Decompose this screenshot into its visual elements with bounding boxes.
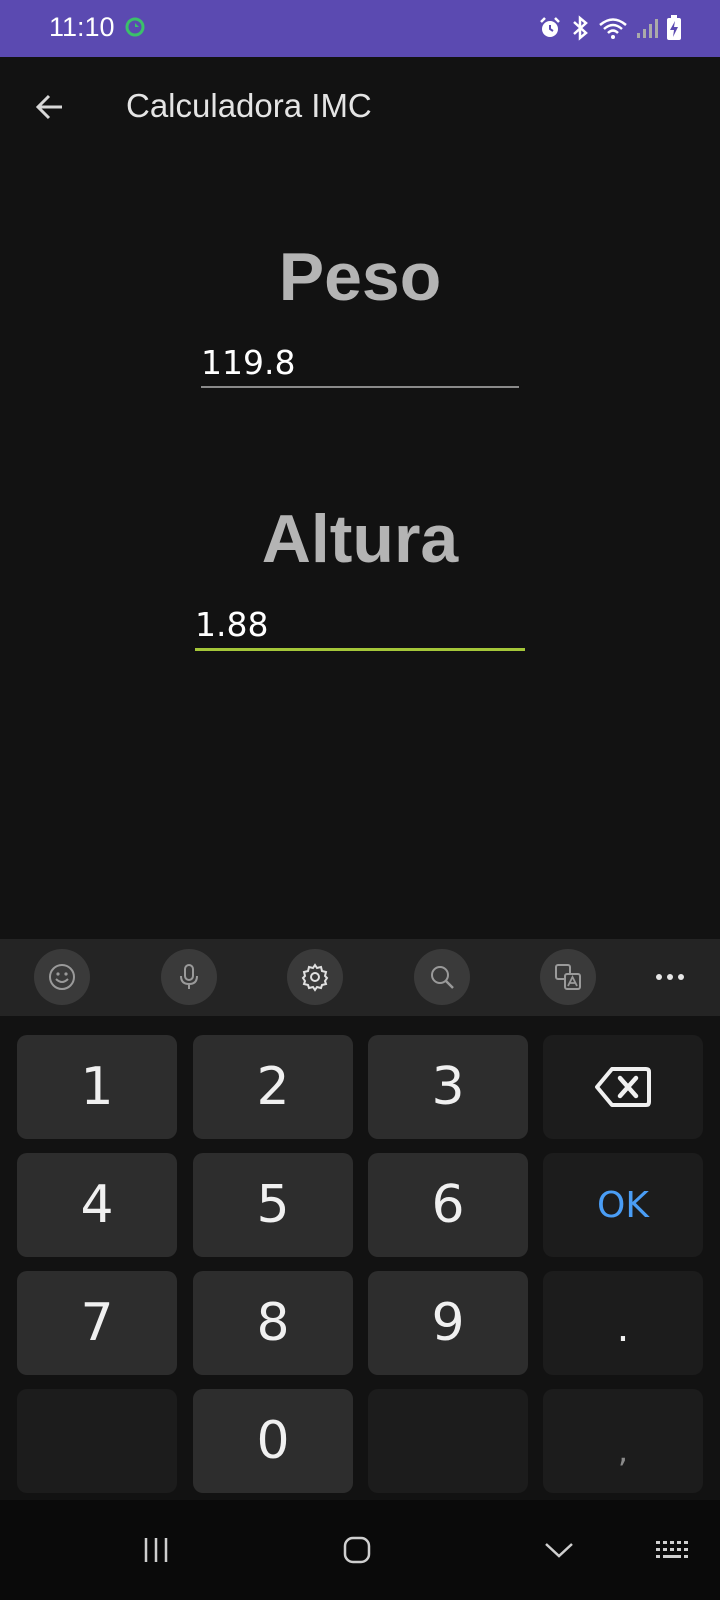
status-icons xyxy=(538,15,682,41)
sync-icon xyxy=(125,17,145,37)
key-2[interactable]: 2 xyxy=(193,1035,353,1139)
key-0[interactable]: 0 xyxy=(193,1389,353,1493)
page-title: Calculadora IMC xyxy=(126,87,372,124)
key-6[interactable]: 6 xyxy=(368,1153,528,1257)
voice-input-button[interactable] xyxy=(161,949,217,1005)
keyboard-switch-button[interactable] xyxy=(643,1528,703,1572)
keyboard-icon xyxy=(656,1541,688,1558)
emoji-icon xyxy=(49,964,75,990)
hide-keyboard-button[interactable] xyxy=(529,1528,589,1572)
alarm-icon xyxy=(540,17,560,37)
translate-icon xyxy=(555,964,581,990)
recent-apps-icon xyxy=(144,1538,168,1562)
numeric-keypad: 1 2 3 4 5 6 OK 7 8 9 . 0 , xyxy=(0,1016,720,1500)
keyboard-search-button[interactable] xyxy=(414,949,470,1005)
home-button[interactable] xyxy=(327,1528,387,1572)
ok-key[interactable]: OK xyxy=(543,1153,703,1257)
navigation-bar xyxy=(0,1500,720,1600)
key-1[interactable]: 1 xyxy=(17,1035,177,1139)
back-chevron-icon xyxy=(545,1543,573,1558)
wifi-icon xyxy=(599,18,627,39)
height-underline xyxy=(195,648,525,651)
backspace-icon xyxy=(595,1067,651,1107)
dot-key[interactable]: . xyxy=(543,1271,703,1375)
blank-key-left xyxy=(17,1389,177,1493)
emoji-button[interactable] xyxy=(34,949,90,1005)
translate-button[interactable] xyxy=(540,949,596,1005)
microphone-icon xyxy=(180,964,198,989)
app-bar: Calculadora IMC xyxy=(0,57,720,157)
key-7[interactable]: 7 xyxy=(17,1271,177,1375)
settings-icon xyxy=(301,963,329,992)
key-8[interactable]: 8 xyxy=(193,1271,353,1375)
status-bar: 11:10 xyxy=(0,0,720,57)
blank-key-right xyxy=(368,1389,528,1493)
back-button[interactable] xyxy=(28,85,72,129)
weight-underline xyxy=(201,386,519,388)
keyboard-toolbar xyxy=(0,939,720,1016)
search-icon xyxy=(431,966,454,989)
weight-label: Peso xyxy=(278,239,442,315)
backspace-key[interactable] xyxy=(543,1035,703,1139)
more-options-button[interactable] xyxy=(648,965,692,989)
battery-charging-icon xyxy=(667,15,681,40)
signal-icon xyxy=(637,19,658,38)
key-3[interactable]: 3 xyxy=(368,1035,528,1139)
key-9[interactable]: 9 xyxy=(368,1271,528,1375)
weight-input[interactable] xyxy=(199,340,519,384)
arrow-left-icon xyxy=(35,94,62,120)
height-input[interactable] xyxy=(193,602,525,646)
keyboard-settings-button[interactable] xyxy=(287,949,343,1005)
key-5[interactable]: 5 xyxy=(193,1153,353,1257)
bluetooth-icon xyxy=(573,15,588,41)
key-4[interactable]: 4 xyxy=(17,1153,177,1257)
status-time: 11:10 xyxy=(49,12,115,42)
home-icon xyxy=(343,1536,371,1564)
recent-apps-button[interactable] xyxy=(126,1528,186,1572)
comma-key[interactable]: , xyxy=(543,1389,703,1493)
height-label: Altura xyxy=(261,501,459,577)
more-icon xyxy=(656,974,662,980)
